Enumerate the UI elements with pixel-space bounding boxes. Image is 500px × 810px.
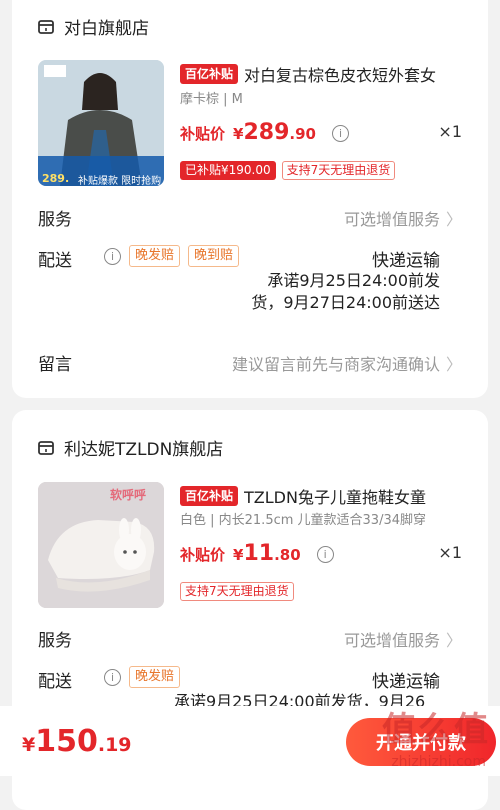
price-label: 补贴价 [180,546,226,564]
price-integer: 289 [243,120,290,145]
delivery-tags: i 晚发赔 [104,666,181,688]
badge-row: 已补贴¥190.00 支持7天无理由退货 [180,161,396,180]
late-ship-tag: 晚发赔 [129,245,181,267]
product-thumbnail[interactable]: 软呼呼 [38,482,164,608]
quantity[interactable]: ×1 [438,543,462,562]
info-icon[interactable]: i [104,247,121,265]
total-currency: ¥ [22,734,36,756]
return-policy-badge: 支持7天无理由退货 [180,582,294,601]
price-integer: 11 [243,541,275,566]
service-value: 可选增值服务 [343,631,440,650]
price-decimal: .80 [274,546,301,564]
store-name: 利达妮TZLDN旗舰店 [64,439,224,460]
checkout-bar: ¥ 150 .19 开通并付款 [0,706,500,776]
thumb-price: 289. [42,172,70,185]
store-icon [38,19,54,34]
product-title: 对白复古棕色皮衣短外套女 [244,66,437,85]
thumb-promo: 补贴爆款 限时抢购 [78,176,162,186]
total-price: ¥ 150 .19 [22,724,132,759]
product-title-row[interactable]: 百亿补贴 TZLDN兔子儿童拖鞋女童 [180,484,462,508]
promise-line-2: 货，9月27日24:00前送达 [251,293,440,312]
price-row: 补贴价 ¥ 289 .90 i [180,120,349,145]
service-label: 服务 [38,631,72,651]
late-arrival-tag: 晚到赔 [188,245,240,267]
total-decimal: .19 [97,734,132,756]
service-label: 服务 [38,210,72,230]
price-decimal: .90 [289,125,316,143]
delivery-promise: 承诺9月25日24:00前发 货，9月27日24:00前送达 [251,270,440,314]
price-label: 补贴价 [180,125,226,143]
price-currency: ¥ [233,546,244,564]
service-selector[interactable]: 可选增值服务〉 [344,627,462,651]
chevron-right-icon: 〉 [445,210,462,229]
service-value: 可选增值服务 [343,210,440,229]
delivery-tags: i 晚发赔 晚到赔 [104,245,240,267]
quantity[interactable]: ×1 [438,122,462,141]
delivery-label: 配送 [38,251,72,271]
note-placeholder: 建议留言前先与商家沟通确认 [231,355,440,374]
product-title-row[interactable]: 百亿补贴 对白复古棕色皮衣短外套女 [180,62,462,86]
note-label: 留言 [38,355,72,375]
store-icon [38,440,54,455]
store-header-2[interactable]: 利达妮TZLDN旗舰店 [38,432,223,462]
return-policy-badge: 支持7天无理由退货 [281,161,396,180]
thumb-sticker: 软呼呼 [110,488,147,502]
order-card-1: 对白旗舰店 289. 补贴爆款 限时抢购 百亿补贴 对白复古棕色皮衣短外套女 摩… [12,0,488,398]
delivery-label: 配送 [38,672,72,692]
product-title: TZLDN兔子儿童拖鞋女童 [244,488,426,507]
shipping-method[interactable]: 快递运输 [372,246,440,271]
chevron-right-icon: 〉 [445,355,462,374]
info-icon[interactable]: i [104,668,121,686]
info-icon[interactable]: i [316,546,334,563]
product-thumbnail[interactable]: 289. 补贴爆款 限时抢购 [38,60,164,186]
service-selector[interactable]: 可选增值服务〉 [344,206,462,230]
late-ship-tag: 晚发赔 [129,666,181,688]
pay-button[interactable]: 开通并付款 [346,718,496,766]
info-icon[interactable]: i [331,125,349,142]
chevron-right-icon: 〉 [445,631,462,650]
price-row: 补贴价 ¥ 11 .80 i [180,541,334,566]
subsidized-badge: 已补贴¥190.00 [180,161,276,180]
subsidy-tag: 百亿补贴 [180,486,239,506]
shipping-method[interactable]: 快递运输 [372,667,440,692]
store-name: 对白旗舰店 [64,18,149,39]
promise-line-1: 承诺9月25日24:00前发 [267,271,440,290]
badge-row: 支持7天无理由退货 [180,582,294,601]
total-integer: 150 [35,724,98,759]
product-spec[interactable]: 摩卡棕 | M [180,88,243,107]
store-header-1[interactable]: 对白旗舰店 [38,11,149,41]
note-input[interactable]: 建议留言前先与商家沟通确认〉 [232,351,462,375]
subsidy-tag: 百亿补贴 [180,64,239,84]
product-spec[interactable]: 白色 | 内长21.5cm 儿童款适合33/34脚穿 [180,509,426,528]
price-currency: ¥ [233,125,244,143]
